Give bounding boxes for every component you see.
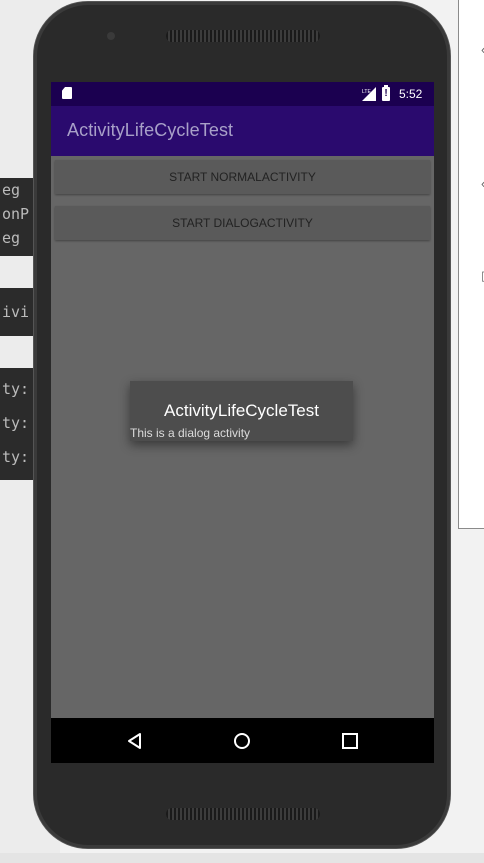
dialog-message: This is a dialog activity bbox=[130, 426, 251, 440]
battery-icon bbox=[382, 85, 390, 101]
status-time: 5:52 bbox=[399, 87, 423, 101]
status-bar: LTE 5:52 bbox=[51, 82, 434, 106]
sd-card-icon bbox=[62, 87, 72, 99]
dialog-title: ActivityLifeCycleTest bbox=[164, 401, 319, 420]
bottom-speaker bbox=[166, 808, 320, 820]
home-circle-icon[interactable] bbox=[231, 730, 253, 752]
back-triangle-icon[interactable] bbox=[124, 730, 146, 752]
front-camera bbox=[107, 32, 115, 40]
ide-side-panel: ‹ ‹ ▯ bbox=[458, 0, 484, 529]
device-screen: LTE 5:52 ActivityLifeCycleTest START NOR… bbox=[51, 82, 434, 763]
recents-square-icon[interactable] bbox=[339, 730, 361, 752]
start-normal-activity-button[interactable]: START NORMALACTIVITY bbox=[55, 160, 430, 194]
ide-bottom-toolbar bbox=[0, 853, 484, 863]
app-title: ActivityLifeCycleTest bbox=[67, 120, 234, 140]
dialog-activity: ActivityLifeCycleTest This is a dialog a… bbox=[130, 381, 353, 441]
app-toolbar: ActivityLifeCycleTest bbox=[51, 106, 434, 156]
svg-text:LTE: LTE bbox=[362, 89, 371, 95]
start-dialog-activity-button[interactable]: START DIALOGACTIVITY bbox=[55, 206, 430, 240]
navigation-bar bbox=[51, 718, 434, 763]
lte-signal-icon: LTE bbox=[362, 87, 376, 101]
top-speaker bbox=[166, 30, 320, 42]
